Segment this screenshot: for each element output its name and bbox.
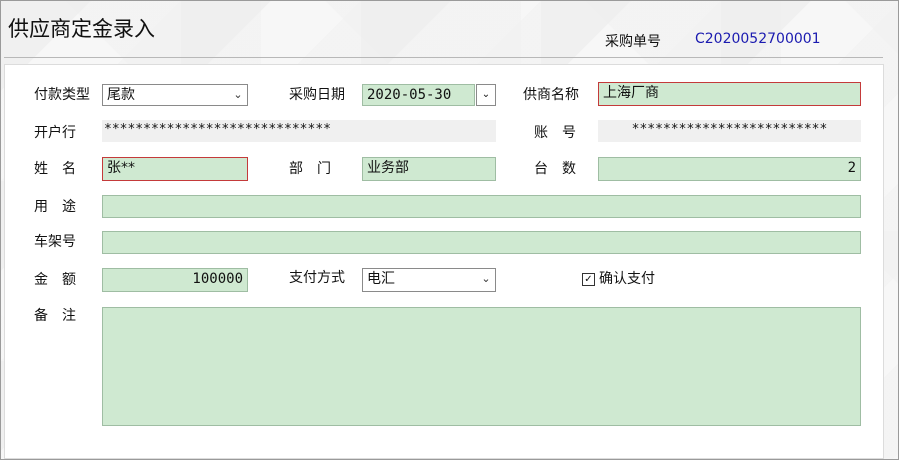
- purpose-label: 用 途: [34, 199, 76, 215]
- payment-method-value: 电汇: [367, 271, 395, 287]
- supplier-name-label: 供商名称: [523, 87, 579, 103]
- confirm-payment-label[interactable]: 确认支付: [599, 270, 655, 288]
- order-number-label: 采购单号: [605, 34, 661, 50]
- supplier-name-input[interactable]: 上海厂商: [598, 82, 861, 106]
- purchase-date-input[interactable]: 2020-05-30: [362, 84, 475, 106]
- window-frame: 供应商定金录入 采购单号 C2020052700001 付款类型 尾款 ⌄ 采购…: [0, 0, 899, 460]
- account-label: 账 号: [534, 125, 576, 141]
- frame-no-input[interactable]: [102, 231, 861, 254]
- chevron-down-icon: ⌄: [233, 88, 243, 101]
- name-label: 姓 名: [34, 161, 76, 177]
- date-picker-button[interactable]: ⌄: [476, 84, 496, 106]
- payment-type-select[interactable]: 尾款 ⌄: [102, 84, 248, 106]
- checkmark-icon: ✓: [584, 274, 593, 285]
- confirm-payment-checkbox[interactable]: ✓: [582, 273, 595, 286]
- department-label: 部 门: [289, 161, 331, 177]
- frame-no-label: 车架号: [34, 234, 76, 250]
- name-input[interactable]: 张**: [102, 157, 248, 181]
- purchase-date-label: 采购日期: [289, 87, 345, 103]
- chevron-down-icon: ⌄: [481, 272, 491, 285]
- amount-input[interactable]: 100000: [102, 268, 248, 292]
- chevron-down-icon: ⌄: [481, 89, 491, 100]
- department-input[interactable]: 业务部: [362, 157, 496, 181]
- payment-method-select[interactable]: 电汇 ⌄: [362, 268, 496, 292]
- quantity-label: 台 数: [534, 161, 576, 177]
- amount-label: 金 额: [34, 272, 76, 288]
- account-value: *************************: [598, 120, 861, 142]
- payment-type-label: 付款类型: [34, 87, 90, 103]
- remarks-label: 备 注: [34, 308, 76, 324]
- title-divider: [4, 57, 883, 58]
- purpose-input[interactable]: [102, 195, 861, 218]
- payment-type-value: 尾款: [107, 87, 135, 103]
- order-number-value: C2020052700001: [695, 31, 821, 47]
- remarks-textarea[interactable]: [102, 307, 861, 426]
- form-panel: 付款类型 尾款 ⌄ 采购日期 2020-05-30 ⌄ 供商名称 上海厂商 开户…: [4, 64, 884, 459]
- bank-value: *****************************: [102, 120, 496, 142]
- page-title: 供应商定金录入: [8, 17, 155, 41]
- quantity-input[interactable]: 2: [598, 157, 861, 181]
- bank-label: 开户行: [34, 125, 76, 141]
- payment-method-label: 支付方式: [289, 270, 345, 286]
